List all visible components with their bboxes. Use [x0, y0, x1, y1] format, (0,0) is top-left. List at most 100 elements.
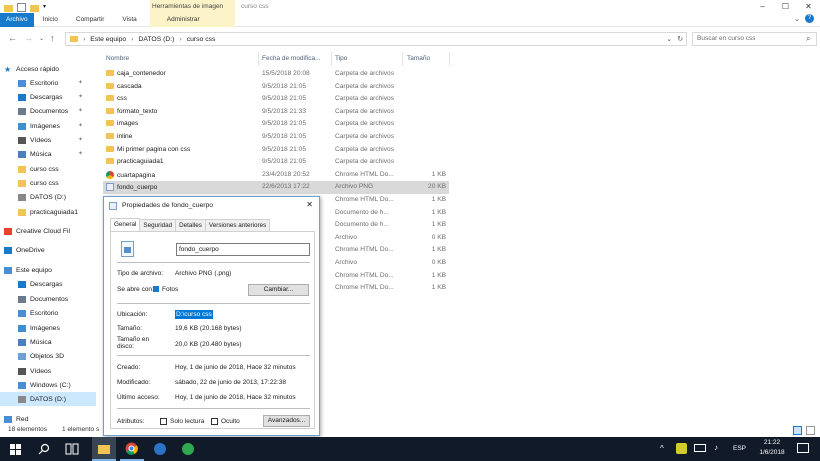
file-row[interactable]: cuartapagina 23/4/2018 20:52 Chrome HTML D… — [103, 169, 449, 182]
readonly-checkbox[interactable] — [160, 418, 167, 425]
hidden-checkbox[interactable] — [211, 418, 218, 425]
column-divider[interactable] — [331, 52, 332, 66]
nav-item-label: Windows (C:) — [30, 381, 71, 389]
up-icon[interactable]: ↑ — [50, 33, 55, 43]
file-row[interactable]: caja_contenedor 15/5/2018 20:08 Carpeta de… — [103, 68, 449, 81]
breadcrumb-curso-css[interactable]: curso css — [187, 36, 216, 43]
column-divider[interactable] — [402, 52, 403, 66]
nav-item-datos-d-[interactable]: DATOS (D:) — [0, 392, 96, 406]
tab-inicio[interactable]: Inicio — [34, 13, 67, 27]
breadcrumb-este-equipo[interactable]: Este equipo — [90, 36, 126, 43]
nav-item-música[interactable]: Música — [18, 335, 52, 349]
change-button[interactable]: Cambiar... — [248, 284, 309, 296]
file-row[interactable]: images 9/5/2018 21:05 Carpeta de archivos — [103, 118, 449, 131]
location-value[interactable]: D:\curso css — [175, 310, 213, 319]
nav-item-escritorio[interactable]: Escritorio — [18, 76, 58, 90]
nav-item-onedrive[interactable]: OneDrive — [4, 243, 45, 257]
taskbar-edge[interactable] — [148, 437, 172, 461]
pin-icon[interactable]: ✦ — [78, 79, 83, 86]
pin-icon[interactable]: ✦ — [78, 93, 83, 100]
properties-icon[interactable] — [17, 3, 26, 12]
clock-date[interactable]: 1/6/2018 — [753, 449, 791, 456]
chevron-down-icon[interactable]: ⌄ — [794, 15, 800, 23]
back-icon[interactable]: ← — [8, 33, 17, 43]
taskbar-explorer[interactable] — [92, 437, 116, 461]
filename-input[interactable]: fondo_cuerpo — [176, 243, 310, 256]
nav-item-vídeos[interactable]: Vídeos — [18, 133, 51, 147]
nav-item-practicaguiada1[interactable]: practicaguiada1 — [18, 205, 78, 219]
pin-icon[interactable]: ✦ — [78, 136, 83, 143]
nav-item-curso-css[interactable]: curso css — [18, 176, 59, 190]
taskbar-chrome[interactable] — [120, 437, 144, 461]
nav-item-curso-css[interactable]: curso css — [18, 162, 59, 176]
minimize-icon[interactable]: – — [751, 0, 774, 13]
clock-time[interactable]: 21:22 — [757, 439, 787, 446]
tab-vista[interactable]: Vista — [113, 13, 145, 27]
nav-item-documentos[interactable]: Documentos — [18, 104, 68, 118]
chevron-up-icon[interactable]: ^ — [660, 444, 664, 453]
column-divider[interactable] — [449, 52, 450, 66]
file-row[interactable]: Mi primer pagina con css 9/5/2018 21:05 Ca… — [103, 144, 449, 157]
nav-item-creative-cloud-fil[interactable]: Creative Cloud Fil — [4, 224, 70, 238]
nav-item-windows-c-[interactable]: Windows (C:) — [18, 378, 71, 392]
new-folder-icon[interactable] — [30, 5, 39, 12]
nav-item-objetos-3d[interactable]: Objetos 3D — [18, 349, 64, 363]
nav-item-vídeos[interactable]: Vídeos — [18, 364, 51, 378]
language-indicator[interactable]: ESP — [733, 445, 746, 452]
folder-icon[interactable] — [4, 5, 13, 12]
network-icon[interactable] — [694, 444, 706, 452]
search-icon[interactable] — [38, 443, 50, 455]
pin-icon[interactable]: ✦ — [78, 107, 83, 114]
nav-item-este-equipo[interactable]: Este equipo — [4, 263, 52, 277]
nav-item-música[interactable]: Música — [18, 147, 52, 161]
file-row[interactable]: cascada 9/5/2018 21:05 Carpeta de archivos — [103, 81, 449, 94]
refresh-icon[interactable]: ↻ — [677, 35, 683, 43]
notifications-icon[interactable] — [797, 443, 809, 453]
tab-general[interactable]: General — [110, 218, 141, 231]
pin-icon[interactable]: ✦ — [78, 150, 83, 157]
nav-item-imágenes[interactable]: Imágenes — [18, 321, 60, 335]
search-input[interactable]: Buscar en curso css — [692, 32, 817, 46]
maximize-icon[interactable]: ☐ — [774, 0, 797, 13]
tab-compartir[interactable]: Compartir — [67, 13, 114, 27]
tab-archivo[interactable]: Archivo — [0, 13, 34, 27]
chevron-down-icon[interactable]: ▾ — [43, 3, 49, 12]
advanced-button[interactable]: Avanzados... — [263, 415, 310, 427]
chevron-down-icon[interactable]: ⌄ — [666, 35, 672, 43]
nav-item-acceso-rápido[interactable]: ★ Acceso rápido — [4, 62, 59, 76]
search-icon[interactable]: ⌕ — [806, 34, 810, 44]
file-row[interactable]: fondo_cuerpo 22/6/2013 17:22 Archivo PNG 20… — [103, 181, 449, 194]
file-row[interactable]: practicaguiada1 9/5/2018 21:05 Carpeta de … — [103, 156, 449, 169]
windows-start-icon[interactable] — [10, 444, 21, 455]
column-header-size[interactable]: Tamaño — [407, 52, 430, 66]
nav-item-escritorio[interactable]: Escritorio — [18, 306, 58, 320]
nav-item-imágenes[interactable]: Imágenes — [18, 119, 60, 133]
recent-locations-icon[interactable]: ⌄ — [39, 35, 44, 42]
tab-administrar[interactable]: Administrar — [158, 13, 209, 27]
nav-item-descargas[interactable]: Descargas — [18, 90, 63, 104]
taskbar-app[interactable] — [176, 437, 200, 461]
help-icon[interactable]: ? — [805, 14, 814, 23]
nav-item-documentos[interactable]: Documentos — [18, 292, 68, 306]
close-icon[interactable]: ✕ — [306, 200, 313, 209]
breadcrumb-datos[interactable]: DATOS (D:) — [138, 36, 174, 43]
column-header-date[interactable]: Fecha de modifica... — [262, 52, 321, 66]
nav-item-datos-d-[interactable]: DATOS (D:) — [18, 190, 66, 204]
details-view-icon[interactable] — [793, 426, 802, 435]
column-header-name[interactable]: Nombre — [106, 52, 129, 66]
file-row[interactable]: inline 9/5/2018 21:05 Carpeta de archivos — [103, 131, 449, 144]
pin-icon[interactable]: ✦ — [78, 122, 83, 129]
volume-icon[interactable]: ♪ — [714, 443, 718, 452]
large-icons-view-icon[interactable] — [806, 426, 815, 435]
task-view-icon[interactable] — [65, 443, 79, 455]
address-bar[interactable]: › Este equipo › DATOS (D:) › curso css ⌄… — [65, 32, 687, 46]
forward-icon[interactable]: → — [24, 33, 33, 43]
column-divider[interactable] — [258, 52, 259, 66]
nav-item-descargas[interactable]: Descargas — [18, 277, 63, 291]
column-header-type[interactable]: Tipo — [335, 52, 347, 66]
file-row[interactable]: formato_texto 9/5/2018 21:33 Carpeta de ar… — [103, 106, 449, 119]
close-icon[interactable]: ✕ — [797, 0, 820, 13]
nav-item-red[interactable]: Red — [4, 412, 28, 426]
file-row[interactable]: css 9/5/2018 21:05 Carpeta de archivos — [103, 93, 449, 106]
tray-app-icon[interactable] — [676, 443, 687, 454]
